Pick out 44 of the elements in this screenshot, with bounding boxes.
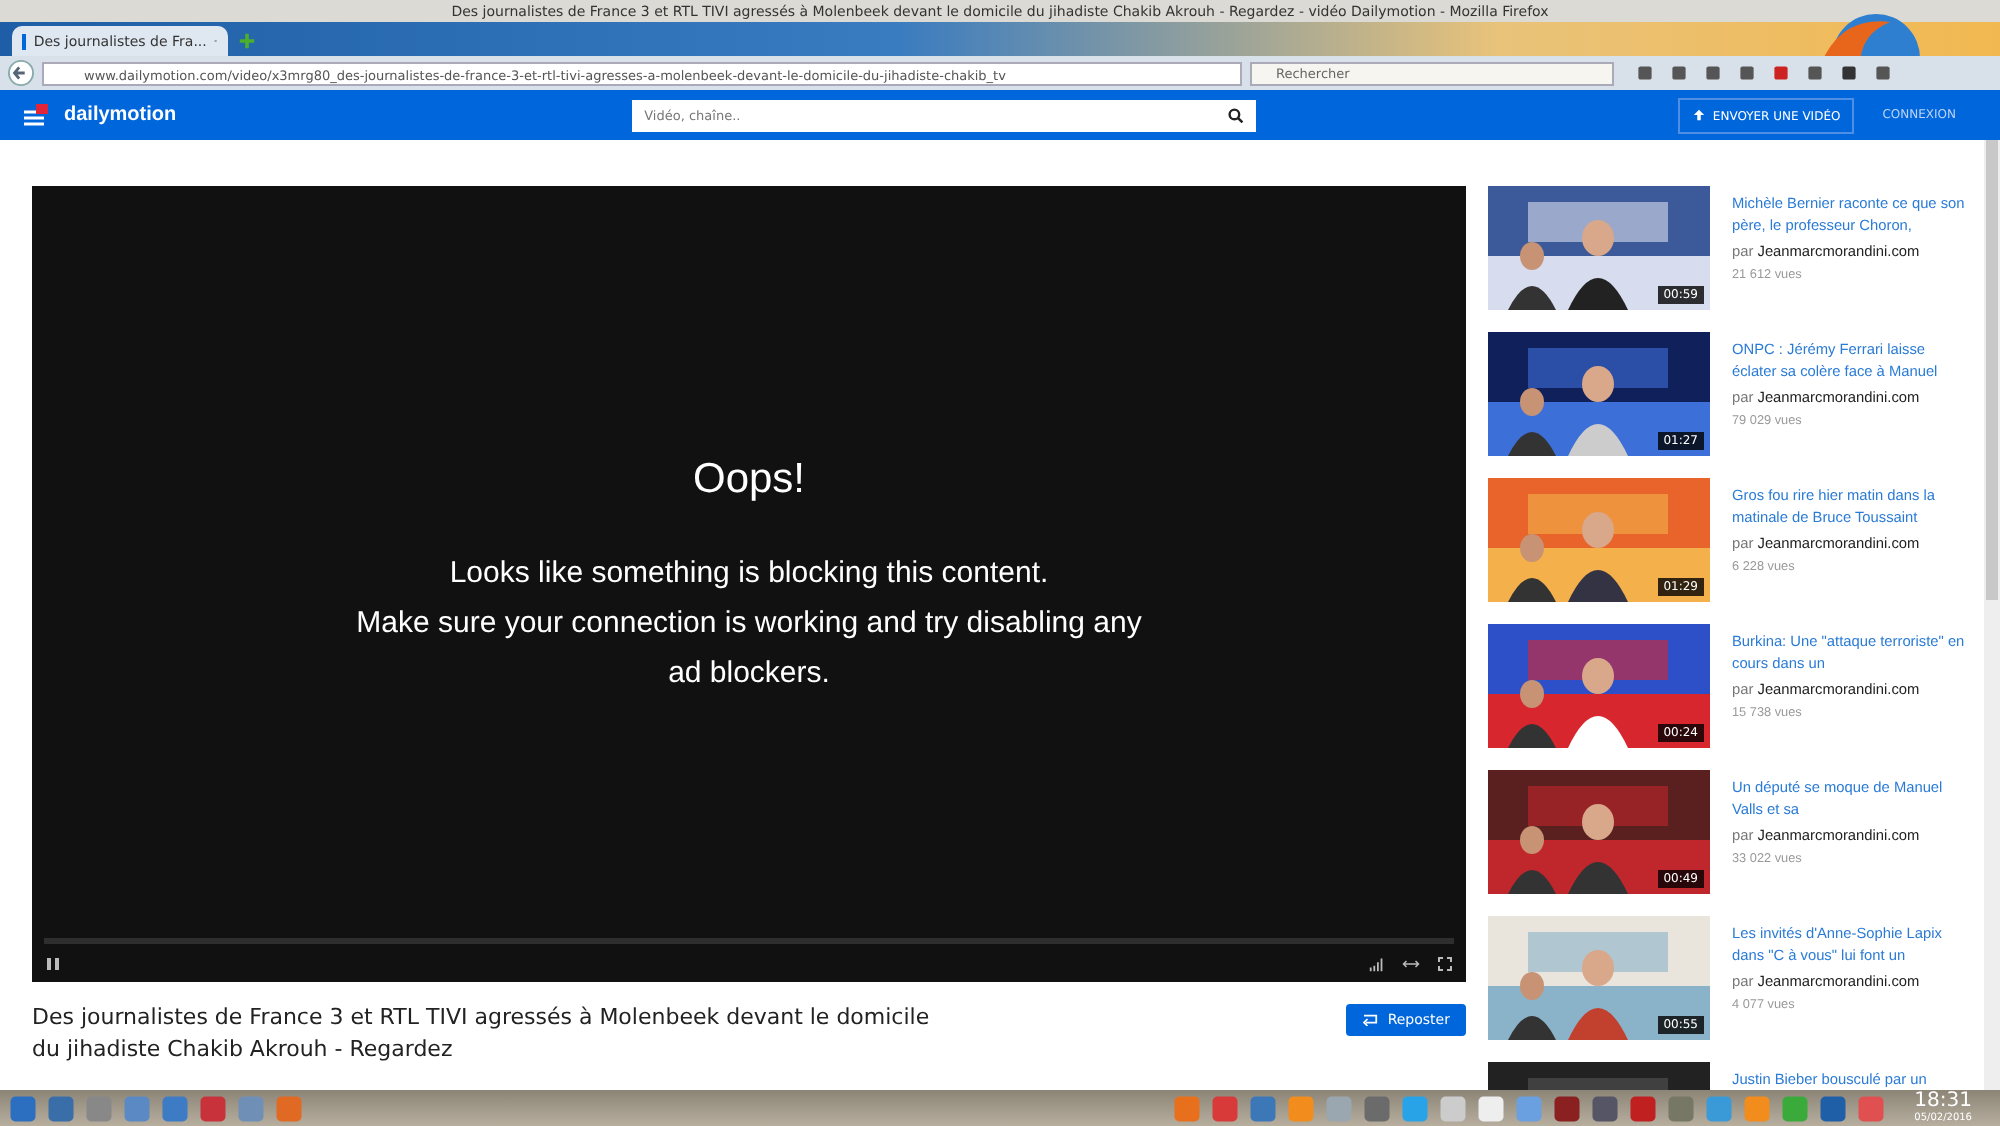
- app-icon[interactable]: [236, 1093, 266, 1123]
- toolbar-icon[interactable]: [1668, 62, 1690, 84]
- tray-icon[interactable]: [1362, 1093, 1393, 1123]
- error-heading: Oops!: [692, 455, 806, 503]
- error-message: Looks like something is blocking this content. Make sure your connection is working and try disabling any ad blockers.: [354, 553, 1144, 693]
- video-title: Des journalistes de France 3 et RTL TIVI agressés à Molenbeek devant le domicile du jihadiste Chakib Akrouh - Regardez: [32, 1002, 932, 1066]
- video-player[interactable]: Oops! Looks like something is blocking this content. Make sure your connection is working and try disabling any ad blockers.: [32, 186, 1466, 982]
- search-icon[interactable]: [1228, 107, 1245, 123]
- toolbar-icon[interactable]: [1838, 62, 1860, 84]
- site-logo[interactable]: dailymotion: [64, 104, 177, 126]
- app-icon[interactable]: [274, 1093, 304, 1123]
- pause-icon[interactable]: [44, 956, 62, 972]
- app-icon[interactable]: [160, 1093, 190, 1123]
- tray-icon[interactable]: [1552, 1093, 1583, 1123]
- toolbar-icon[interactable]: [1634, 62, 1656, 84]
- tray-icon[interactable]: [1438, 1093, 1469, 1123]
- expand-icon[interactable]: [1402, 956, 1420, 972]
- clock-time: 18:31: [1914, 1092, 1972, 1112]
- toolbar-icon[interactable]: [1770, 62, 1792, 84]
- tray-icon[interactable]: [1210, 1093, 1241, 1123]
- toolbar-icon[interactable]: [1804, 62, 1826, 84]
- tray-icon[interactable]: [1248, 1093, 1279, 1123]
- fullscreen-icon[interactable]: [1436, 956, 1454, 972]
- app-icon[interactable]: [198, 1093, 228, 1123]
- repost-icon: [1361, 1012, 1380, 1026]
- quality-icon[interactable]: [1368, 956, 1386, 972]
- menu-icon[interactable]: [24, 103, 48, 127]
- toolbar-icon[interactable]: [1736, 62, 1758, 84]
- toolbar-icon[interactable]: [1702, 62, 1724, 84]
- app-icon[interactable]: [122, 1093, 152, 1123]
- tray-icon[interactable]: [1590, 1093, 1621, 1123]
- tray-icon[interactable]: [1666, 1093, 1697, 1123]
- tray-icon[interactable]: [1476, 1093, 1507, 1123]
- tray-icon[interactable]: [1628, 1093, 1659, 1123]
- tray-icon[interactable]: [1818, 1093, 1849, 1123]
- app-icon[interactable]: [8, 1093, 38, 1123]
- app-icon[interactable]: [84, 1093, 114, 1123]
- upload-icon: [1692, 107, 1707, 121]
- app-icon[interactable]: [46, 1093, 76, 1123]
- back-icon[interactable]: [8, 60, 34, 86]
- scrollbar[interactable]: [1984, 140, 2000, 1090]
- new-tab-icon[interactable]: [238, 32, 256, 50]
- tray-icon[interactable]: [1856, 1093, 1887, 1123]
- toolbar-icon[interactable]: [1872, 62, 1894, 84]
